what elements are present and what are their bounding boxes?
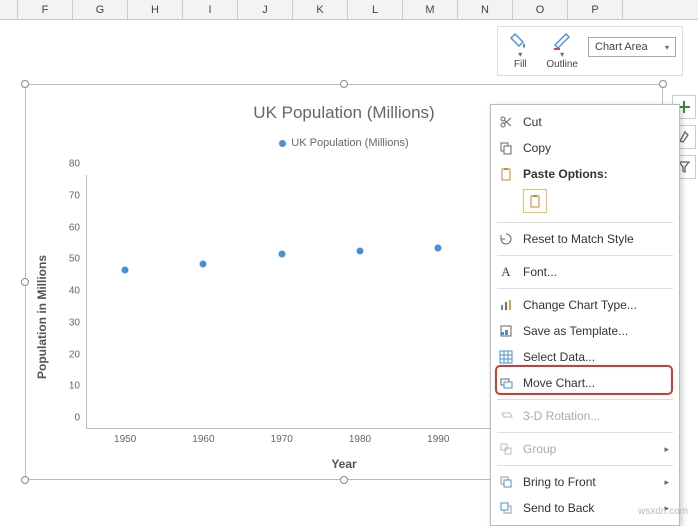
x-tick-label: 1950: [114, 434, 136, 445]
menu-move-chart[interactable]: Move Chart...: [491, 370, 679, 396]
move-chart-icon: [498, 375, 514, 391]
column-header[interactable]: J: [238, 0, 293, 19]
fill-button[interactable]: ▾ Fill: [504, 31, 536, 70]
data-point[interactable]: [435, 245, 442, 252]
column-header[interactable]: N: [458, 0, 513, 19]
resize-handle[interactable]: [340, 476, 348, 484]
group-icon: [498, 441, 514, 457]
column-header[interactable]: M: [403, 0, 458, 19]
fill-label: Fill: [514, 59, 527, 70]
resize-handle[interactable]: [21, 278, 29, 286]
font-icon: A: [498, 264, 514, 280]
column-header[interactable]: I: [183, 0, 238, 19]
chart-type-icon: [498, 297, 514, 313]
x-tick-label: 1960: [192, 434, 214, 445]
menu-reset-style[interactable]: Reset to Match Style: [491, 226, 679, 252]
x-axis-label: Year: [331, 457, 356, 471]
paste-button[interactable]: [523, 189, 547, 213]
reset-icon: [498, 231, 514, 247]
bring-front-icon: [498, 474, 514, 490]
y-tick-label: 30: [52, 317, 80, 328]
outline-button[interactable]: ▾ Outline: [540, 31, 584, 70]
column-header[interactable]: K: [293, 0, 348, 19]
y-tick-label: 20: [52, 349, 80, 360]
menu-cut[interactable]: Cut: [491, 109, 679, 135]
resize-handle[interactable]: [340, 80, 348, 88]
watermark: wsxdn.com: [638, 506, 688, 517]
submenu-arrow-icon: ▸: [664, 444, 669, 455]
menu-3d-rotation: 3-D Rotation...: [491, 403, 679, 429]
data-point[interactable]: [357, 248, 364, 255]
y-tick-label: 10: [52, 381, 80, 392]
x-tick-label: 1970: [271, 434, 293, 445]
column-header[interactable]: F: [18, 0, 73, 19]
copy-icon: [498, 140, 514, 156]
scissors-icon: [498, 114, 514, 130]
column-header[interactable]: O: [513, 0, 568, 19]
combo-value: Chart Area: [595, 41, 648, 53]
column-header[interactable]: P: [568, 0, 623, 19]
outline-label: Outline: [546, 59, 578, 70]
clipboard-icon: [498, 166, 514, 182]
menu-group: Group ▸: [491, 436, 679, 462]
y-axis-label: Population in Millions: [35, 255, 49, 379]
legend-marker: [279, 140, 286, 147]
resize-handle[interactable]: [659, 80, 667, 88]
submenu-arrow-icon: ▸: [664, 477, 669, 488]
menu-change-chart-type[interactable]: Change Chart Type...: [491, 292, 679, 318]
select-data-icon: [498, 349, 514, 365]
send-back-icon: [498, 500, 514, 516]
x-tick-label: 1990: [427, 434, 449, 445]
menu-select-data[interactable]: Select Data...: [491, 344, 679, 370]
legend-text: UK Population (Millions): [291, 137, 408, 149]
y-tick-label: 70: [52, 190, 80, 201]
x-tick-label: 1980: [349, 434, 371, 445]
column-header[interactable]: H: [128, 0, 183, 19]
y-tick-label: 50: [52, 254, 80, 265]
column-headers: FGHIJKLMNOP: [0, 0, 698, 20]
data-point[interactable]: [278, 251, 285, 258]
menu-font[interactable]: A Font...: [491, 259, 679, 285]
data-point[interactable]: [200, 260, 207, 267]
y-tick-label: 80: [52, 159, 80, 170]
menu-bring-front[interactable]: Bring to Front ▸: [491, 469, 679, 495]
y-tick-label: 60: [52, 222, 80, 233]
column-header[interactable]: G: [73, 0, 128, 19]
context-menu: Cut Copy Paste Options: Reset to Match S…: [490, 104, 680, 526]
chart-element-selector[interactable]: Chart Area ▾: [588, 37, 676, 57]
paste-options-row: [491, 187, 679, 219]
resize-handle[interactable]: [21, 476, 29, 484]
menu-paste-options-header: Paste Options:: [491, 161, 679, 187]
chart-format-toolbar: ▾ Fill ▾ Outline Chart Area ▾: [497, 26, 683, 76]
y-tick-label: 40: [52, 286, 80, 297]
rotation-icon: [498, 408, 514, 424]
y-axis-line: [86, 175, 87, 429]
data-point[interactable]: [122, 267, 129, 274]
menu-save-template[interactable]: Save as Template...: [491, 318, 679, 344]
column-header[interactable]: L: [348, 0, 403, 19]
y-tick-label: 0: [52, 413, 80, 424]
save-template-icon: [498, 323, 514, 339]
menu-copy[interactable]: Copy: [491, 135, 679, 161]
resize-handle[interactable]: [21, 80, 29, 88]
